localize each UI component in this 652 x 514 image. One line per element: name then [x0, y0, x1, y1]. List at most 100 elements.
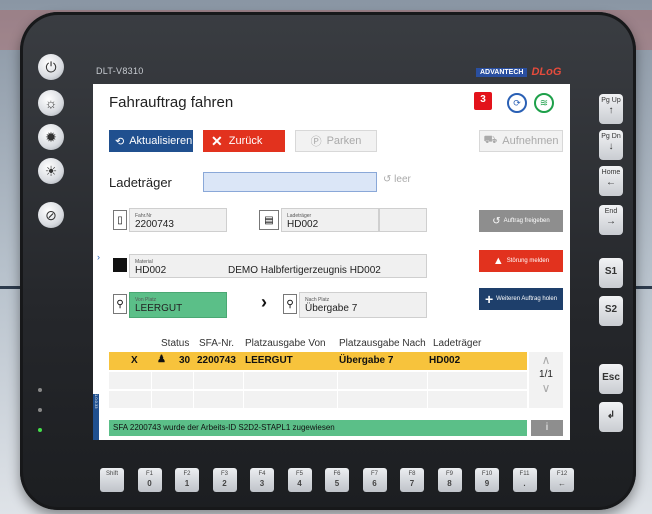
next-order-label: Weiteren Auftrag holen — [496, 296, 558, 302]
key-symbol: ↓ — [608, 141, 614, 152]
material-field: Material HD002 DEMO Halbfertigerzeugnis … — [129, 254, 427, 278]
key-label: Shift — [105, 471, 118, 477]
function-key-f9[interactable]: F9 8 — [437, 468, 462, 492]
app-screen: Fahrauftrag fahren 3 ⟳ ≋ ⟲ Aktualisieren … — [93, 84, 570, 440]
led-indicator — [38, 388, 42, 392]
order-number-field: Fahr.Nr 2200743 — [129, 208, 227, 232]
pickup-button[interactable]: ⛟ Aufnehmen — [479, 130, 563, 152]
key-label: F9 — [445, 471, 453, 477]
expand-chevron-icon[interactable]: › — [97, 252, 100, 262]
truck-icon — [113, 258, 127, 272]
function-key-f4[interactable]: F4 3 — [250, 468, 274, 492]
key-label: Home — [601, 169, 621, 176]
function-key-f11[interactable]: F11. — [512, 468, 537, 492]
refresh-button[interactable]: ⟲ Aktualisieren — [109, 130, 193, 152]
key-label: F4 — [258, 471, 266, 477]
key-end[interactable]: End → — [599, 205, 623, 235]
table-row[interactable]: X ♟ 30 2200743 LEERGUT Übergabe 7 HD002 — [109, 352, 527, 370]
row-sfa: 2200743 — [197, 355, 236, 366]
sun-icon[interactable]: ☀ — [38, 158, 64, 184]
grid-divider — [427, 371, 428, 408]
to-value: Übergabe 7 — [305, 303, 358, 314]
function-key-f7[interactable]: F7 6 — [362, 468, 387, 492]
sync-icon[interactable]: ⟳ — [507, 93, 527, 113]
key-sublabel: 0 — [147, 479, 152, 488]
chevron-up-icon[interactable]: ∧ — [529, 353, 563, 367]
key-label: F8 — [408, 471, 416, 477]
function-key-f3[interactable]: F3 2 — [212, 468, 237, 492]
col-header-status: Status — [161, 338, 190, 349]
key-label: F5 — [295, 471, 303, 477]
row-carrier: HD002 — [429, 355, 461, 366]
report-error-button[interactable]: ▲ Störung melden — [479, 250, 563, 272]
key-label: Pg Up — [601, 97, 621, 104]
key-esc[interactable]: Esc — [599, 364, 623, 394]
key-home[interactable]: Home ← — [599, 166, 623, 196]
back-button[interactable]: ✕ Zurück — [203, 130, 285, 152]
location-pin-icon: ⚲ — [113, 294, 127, 314]
key-label: F2 — [183, 471, 191, 477]
function-key-f10[interactable]: F10 9 — [475, 468, 499, 492]
key-s1[interactable]: S1 — [599, 258, 623, 288]
close-icon: ✕ — [211, 132, 223, 149]
carrier-extra-field — [379, 208, 427, 232]
chevron-down-icon[interactable]: ∨ — [529, 381, 563, 395]
park-button[interactable]: Ⓟ Parken — [295, 130, 377, 152]
key-label: F1 — [145, 471, 153, 477]
refresh-icon: ⟲ — [115, 135, 125, 148]
function-key-shift[interactable]: Shift — [100, 468, 124, 492]
key-label: Pg Dn — [601, 133, 621, 140]
notification-badge[interactable]: 3 — [474, 92, 492, 110]
function-key-f5[interactable]: F5 4 — [287, 468, 312, 492]
key-sublabel: 5 — [334, 479, 340, 488]
pickup-label: Aufnehmen — [502, 135, 559, 147]
power-icon[interactable]: ⏻ — [38, 54, 64, 80]
dlog-logo: DLoG — [531, 66, 562, 78]
function-key-f1[interactable]: F1 0 — [137, 468, 162, 492]
order-number-value: 2200743 — [135, 219, 174, 230]
key-symbol: Esc — [602, 372, 620, 383]
led-indicator — [38, 408, 42, 412]
refresh-label: Aktualisieren — [129, 135, 193, 147]
document-icon: ▯ — [113, 210, 127, 230]
table-row-empty — [109, 371, 527, 389]
key-label: F12 — [556, 471, 568, 477]
key-s2[interactable]: S2 — [599, 296, 623, 326]
brightness-low-icon[interactable]: ☼ — [38, 90, 64, 116]
grid-divider — [337, 371, 338, 408]
park-label: Parken — [326, 135, 362, 147]
key-page-up[interactable]: Pg Up ↑ — [599, 94, 623, 124]
key-symbol: S2 — [604, 304, 618, 315]
material-description: DEMO Halbfertigerzeugnis HD002 — [228, 265, 381, 276]
pallet-icon: ▤ — [259, 210, 279, 230]
key-page-down[interactable]: Pg Dn ↓ — [599, 130, 623, 160]
function-key-f8[interactable]: F8 7 — [400, 468, 424, 492]
function-key-f6[interactable]: F6 5 — [325, 468, 349, 492]
no-touch-icon[interactable]: ⊘ — [38, 202, 64, 228]
function-key-f12[interactable]: F12 ← — [550, 468, 574, 492]
from-location-field: Von Platz LEERGUT — [129, 292, 227, 318]
carrier-input[interactable] — [203, 172, 377, 192]
function-key-f2[interactable]: F2 1 — [175, 468, 199, 492]
release-order-button[interactable]: ↺ Auftrag freigeben — [479, 210, 563, 232]
person-icon: ♟ — [157, 354, 166, 365]
status-message: SFA 2200743 wurde der Arbeits-ID S2D2-ST… — [109, 420, 527, 436]
clear-carrier-button[interactable]: ↺ leer — [383, 174, 411, 185]
key-sublabel: 8 — [447, 479, 452, 488]
arrow-right-icon: › — [261, 292, 267, 312]
key-symbol: ← — [606, 177, 616, 188]
release-order-label: Auftrag freigeben — [503, 218, 550, 224]
info-button[interactable]: i — [531, 420, 563, 436]
key-label: F7 — [370, 471, 378, 477]
back-label: Zurück — [228, 135, 263, 147]
key-sublabel: 3 — [259, 479, 265, 488]
key-symbol: ↑ — [608, 105, 614, 116]
carrier-value: HD002 — [287, 219, 319, 230]
key-label: F3 — [220, 471, 228, 477]
key-symbol: S1 — [604, 266, 618, 277]
next-order-button[interactable]: + Weiteren Auftrag holen — [479, 288, 563, 310]
key-label: End — [604, 208, 618, 215]
wifi-icon[interactable]: ≋ — [534, 93, 554, 113]
brightness-high-icon[interactable]: ✹ — [38, 124, 64, 150]
key-enter[interactable]: ↲ — [599, 402, 623, 432]
